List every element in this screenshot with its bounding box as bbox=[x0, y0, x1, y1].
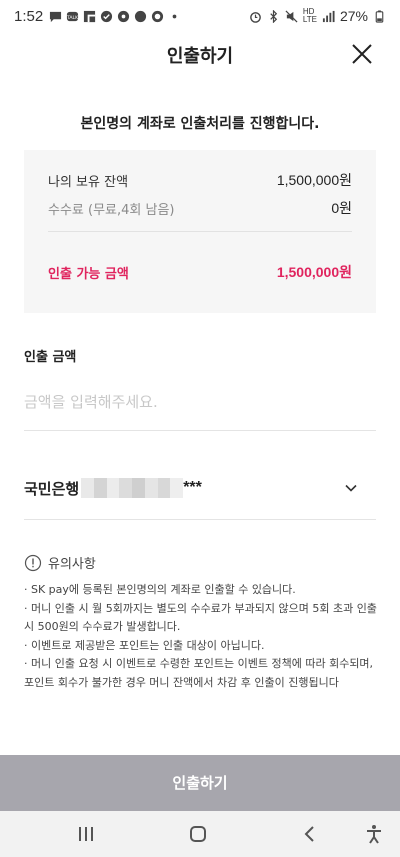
withdraw-button[interactable]: 인출하기 bbox=[0, 755, 400, 811]
account-number-suffix: *** bbox=[183, 479, 202, 496]
status-time: 1:52 bbox=[14, 7, 44, 25]
battery-percent: 27% bbox=[339, 8, 368, 24]
fee-value: 0원 bbox=[331, 200, 352, 216]
message-app-icon bbox=[152, 10, 164, 22]
balance-divider bbox=[48, 231, 352, 232]
my-balance-label: 나의 보유 잔액 bbox=[48, 174, 129, 190]
available-label: 인출 가능 금액 bbox=[48, 266, 129, 282]
bank-name: 국민은행 bbox=[24, 479, 80, 498]
notice-heading: 본인명의 계좌로 인출처리를 진행합니다. bbox=[80, 116, 320, 132]
lte-label: LTE bbox=[302, 15, 317, 24]
my-balance-value: 1,500,000원 bbox=[276, 172, 352, 188]
fee-row: 수수료 (무료,4회 남음) 0원 bbox=[48, 198, 352, 218]
network-label: HD LTE bbox=[303, 8, 317, 24]
dot-app-icon bbox=[135, 10, 147, 22]
amount-input[interactable] bbox=[24, 386, 376, 418]
back-icon[interactable] bbox=[298, 823, 322, 845]
alarm-icon bbox=[250, 11, 261, 23]
home-icon[interactable] bbox=[186, 823, 210, 845]
header: 인출하기 bbox=[0, 32, 400, 76]
my-balance-row: 나의 보유 잔액 1,500,000원 bbox=[48, 170, 352, 190]
system-nav-bar bbox=[0, 811, 400, 857]
caution-heading: 유의사항 bbox=[24, 553, 96, 572]
battery-icon bbox=[375, 9, 384, 23]
caution-item: · SK pay에 등록된 본인명의의 계좌로 인출할 수 있습니다. bbox=[24, 583, 296, 596]
svg-text:TALK: TALK bbox=[66, 14, 79, 20]
bluetooth-icon bbox=[270, 9, 278, 23]
page-title: 인출하기 bbox=[166, 46, 234, 67]
more-dot-icon bbox=[172, 14, 177, 18]
shield-icon bbox=[101, 10, 113, 22]
fee-label: 수수료 (무료,4회 남음) bbox=[48, 202, 175, 218]
exclamation-circle-icon bbox=[24, 554, 42, 571]
balance-summary: 나의 보유 잔액 1,500,000원 수수료 (무료,4회 남음) 0원 인출… bbox=[24, 150, 376, 313]
gear-badge-icon bbox=[118, 10, 130, 22]
system-icons: HD LTE 27% bbox=[249, 8, 386, 24]
caution-title: 유의사항 bbox=[48, 557, 96, 572]
caution-item: · 이벤트로 제공받은 포인트는 인출 대상이 아닙니다. bbox=[24, 638, 265, 652]
caution-item: · 머니 인출 요청 시 이벤트로 수령한 포인트는 이벤트 정책에 따라 회수… bbox=[24, 657, 374, 689]
bank-account-select[interactable]: 국민은행 *** bbox=[24, 470, 376, 506]
amount-label: 인출 금액 bbox=[24, 350, 77, 365]
notification-icons: TALK bbox=[49, 10, 181, 23]
caution-item: · 머니 인출 시 월 5회까지는 별도의 수수료가 부과되지 않으며 5회 초… bbox=[24, 601, 377, 634]
recents-icon[interactable] bbox=[74, 823, 98, 845]
flipboard-icon bbox=[84, 10, 96, 22]
chat-icon bbox=[50, 11, 62, 22]
mute-icon bbox=[285, 10, 298, 22]
close-icon[interactable] bbox=[350, 42, 374, 66]
caution-list: · SK pay에 등록된 본인명의의 계좌로 인출할 수 있습니다. · 머니… bbox=[24, 581, 378, 692]
talk-icon: TALK bbox=[66, 11, 79, 21]
available-row: 인출 가능 금액 1,500,000원 bbox=[48, 262, 352, 282]
account-number-mask bbox=[81, 478, 184, 498]
available-value: 1,500,000원 bbox=[276, 264, 352, 280]
accessibility-icon[interactable] bbox=[362, 823, 386, 845]
bank-underline bbox=[24, 519, 376, 520]
status-bar: 1:52 TALK HD LTE 27% bbox=[0, 0, 400, 32]
signal-icon bbox=[322, 10, 335, 22]
chevron-down-icon bbox=[345, 484, 357, 492]
amount-underline bbox=[24, 430, 376, 431]
